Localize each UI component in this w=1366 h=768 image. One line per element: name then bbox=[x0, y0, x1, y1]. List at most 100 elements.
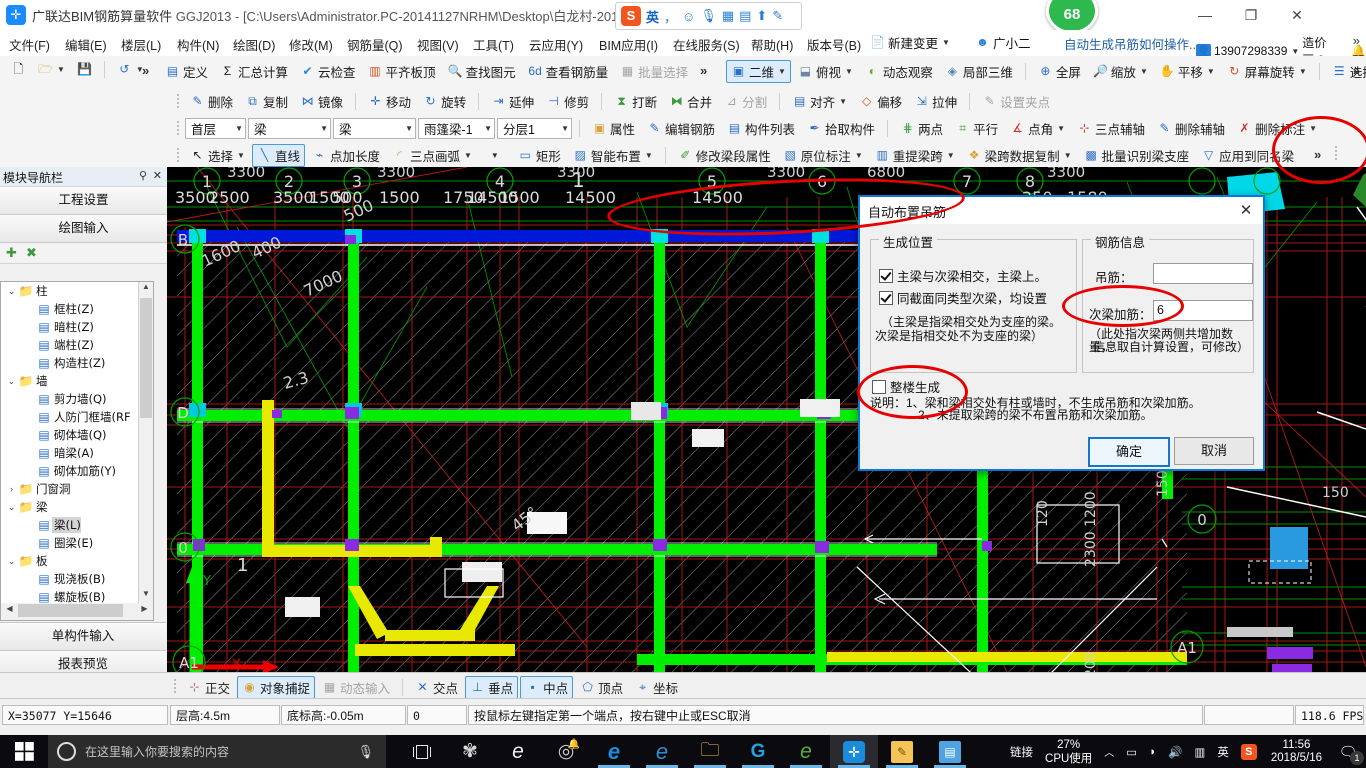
ime-update-icon[interactable]: ⬆ bbox=[756, 8, 767, 24]
chevron-down-icon[interactable]: ▼ bbox=[946, 151, 955, 160]
spiral-app-icon[interactable]: ◎ 🔔 bbox=[542, 735, 590, 768]
floor-combo[interactable]: 首层 ▼ bbox=[185, 118, 246, 139]
new-change-button[interactable]: 📄 新建变更 ▼ bbox=[870, 33, 950, 52]
view-rebar-qty-button[interactable]: 6d 查看钢筋量 bbox=[523, 60, 614, 83]
tree-item-16[interactable]: ▤ 现浇板(B) bbox=[1, 570, 139, 588]
clock[interactable]: 11:56 2018/5/16 bbox=[1263, 739, 1330, 765]
toolbar1-overflow-icon[interactable]: » bbox=[700, 63, 707, 78]
define-button[interactable]: ▤ 定义 bbox=[160, 60, 213, 83]
toolbar4-overflow-icon[interactable]: » bbox=[1314, 147, 1321, 162]
windows-start-icon[interactable] bbox=[0, 735, 48, 768]
tree-item-13[interactable]: ▤ 梁(L) bbox=[1, 516, 139, 534]
menu-modify[interactable]: 修改(M) bbox=[286, 34, 336, 55]
ime-floating-bar[interactable]: S 英 ， ☺ 🎙 ▦ ▤ ⬆ ✎ bbox=[615, 2, 802, 30]
delete-button[interactable]: ✎ 删除 bbox=[185, 90, 238, 113]
toolbar4-grip[interactable] bbox=[1334, 145, 1338, 162]
tree-item-5[interactable]: ⌄ 📁 墙 bbox=[1, 372, 139, 390]
h-scroll-thumb[interactable] bbox=[18, 604, 123, 617]
trim-button[interactable]: ⊣ 修剪 bbox=[541, 90, 594, 113]
tree-horizontal-scrollbar[interactable]: ◀ ▶ bbox=[0, 603, 154, 621]
v-scroll-thumb[interactable] bbox=[140, 298, 152, 418]
ime-mode-label[interactable]: 英 bbox=[646, 7, 659, 26]
sogou-icon[interactable]: S bbox=[1235, 743, 1263, 760]
close-icon[interactable]: ✕ bbox=[153, 169, 162, 182]
scroll-right-icon[interactable]: ▶ bbox=[137, 604, 152, 617]
sogou-icon[interactable]: S bbox=[621, 6, 641, 26]
tree-item-0[interactable]: ⌄ 📁 柱 bbox=[1, 282, 139, 300]
file-explorer-icon[interactable]: 🗀 bbox=[686, 735, 734, 768]
keyboard-icon[interactable]: ▥ bbox=[1188, 745, 1211, 759]
chevron-down-icon[interactable]: ▼ bbox=[315, 124, 328, 133]
checkbox-box[interactable] bbox=[872, 379, 886, 394]
edit-beam-segment-button[interactable]: ✐ 修改梁段属性 bbox=[673, 144, 776, 167]
glodon-ggj-icon[interactable]: ✛ bbox=[830, 735, 878, 768]
summary-calc-button[interactable]: Σ 汇总计算 bbox=[215, 60, 293, 83]
checkbox-same-section[interactable]: 同截面同类型次梁，均设置 bbox=[879, 288, 1047, 307]
re-extract-span-button[interactable]: ▥ 重提梁跨 ▼ bbox=[870, 144, 960, 167]
tree-item-12[interactable]: ⌄ 📁 梁 bbox=[1, 498, 139, 516]
checkbox-whole-floor[interactable]: 整楼生成 bbox=[872, 377, 940, 396]
chevron-down-icon[interactable]: ▼ bbox=[1298, 67, 1307, 76]
tree-item-10[interactable]: ▤ 砌体加筋(Y) bbox=[1, 462, 139, 480]
2d-view-button[interactable]: ▣ 二维 ▼ bbox=[726, 60, 791, 83]
new-file-button[interactable]: 🗋 bbox=[6, 60, 31, 79]
ime-mic-icon[interactable]: 🎙 bbox=[700, 8, 717, 24]
zoom-button[interactable]: 🔎 缩放 ▼ bbox=[1088, 60, 1153, 83]
edge-legacy-icon[interactable]: e bbox=[494, 735, 542, 768]
toolbar-grip[interactable] bbox=[176, 120, 180, 137]
three-point-axis-button[interactable]: ⊹ 三点辅轴 bbox=[1072, 117, 1150, 140]
snap-dynamic-input-button[interactable]: ▦ 动态输入 bbox=[317, 676, 395, 699]
dynamic-orbit-button[interactable]: ◐ 动态观察 bbox=[860, 60, 938, 83]
drawing-input-button[interactable]: 绘图输入 bbox=[0, 215, 167, 243]
chevron-down-icon[interactable]: ⌄ bbox=[5, 502, 18, 513]
internet-explorer-icon[interactable]: e bbox=[638, 735, 686, 768]
menu-member[interactable]: 构件(N) bbox=[174, 34, 222, 55]
remove-icon[interactable]: ✖ bbox=[26, 245, 37, 261]
layer-combo[interactable]: 分层1 ▼ bbox=[497, 118, 572, 139]
browser-g-icon[interactable]: G bbox=[734, 735, 782, 768]
checkbox-box[interactable] bbox=[879, 290, 893, 305]
batch-select-button[interactable]: ▦ 批量选择 bbox=[615, 60, 693, 83]
chevron-down-icon[interactable]: ▼ bbox=[463, 151, 472, 160]
menu-cloud[interactable]: 云应用(Y) bbox=[526, 34, 586, 55]
auto-hanging-rebar-dialog[interactable]: 自动布置吊筋 ✕ 生成位置 主梁与次梁相交，主梁上。 同截面同类型次梁，均设置 … bbox=[858, 195, 1265, 471]
chevron-down-icon[interactable]: ▼ bbox=[400, 124, 413, 133]
align-button[interactable]: ▤ 对齐 ▼ bbox=[787, 90, 852, 113]
dictionary-app-icon[interactable]: ▤ bbox=[926, 735, 974, 768]
edge-icon[interactable]: e bbox=[590, 735, 638, 768]
ime-tool-icon[interactable]: ✎ bbox=[772, 8, 783, 24]
delete-axis-button[interactable]: ✎ 删除辅轴 bbox=[1152, 117, 1230, 140]
search-input[interactable]: 在这里输入你要搜索的内容 🎙 bbox=[48, 735, 386, 768]
sub-beam-rebar-input[interactable]: 6 bbox=[1153, 300, 1253, 321]
point-angle-axis-button[interactable]: ∡ 点角 ▼ bbox=[1005, 117, 1070, 140]
rect-tool-button[interactable]: ▭ 矩形 bbox=[513, 144, 566, 167]
tree-item-8[interactable]: ▤ 砌体墙(Q) bbox=[1, 426, 139, 444]
in-situ-dim-button[interactable]: ▧ 原位标注 ▼ bbox=[778, 144, 868, 167]
tray-link-label[interactable]: 链接 bbox=[1004, 744, 1039, 760]
pin-icon[interactable]: ⚲ bbox=[139, 169, 147, 182]
parallel-axis-button[interactable]: ⌗ 平行 bbox=[950, 117, 1003, 140]
tree-item-15[interactable]: ⌄ 📁 板 bbox=[1, 552, 139, 570]
chevron-down-icon[interactable]: ▼ bbox=[56, 65, 65, 74]
chevron-down-icon[interactable]: ▼ bbox=[479, 124, 492, 133]
dialog-close-icon[interactable]: ✕ bbox=[1229, 197, 1263, 224]
align-slab-top-button[interactable]: ▥ 平齐板顶 bbox=[363, 60, 441, 83]
tip-link[interactable]: 自动生成吊筋如何操作.. bbox=[1064, 34, 1196, 53]
ime-keyboard-icon[interactable]: ▦ bbox=[722, 8, 734, 24]
chevron-down-icon[interactable]: ⌄ bbox=[5, 556, 18, 567]
snap-object-button[interactable]: ◉ 对象捕捉 bbox=[237, 676, 316, 699]
green-browser-icon[interactable]: e bbox=[782, 735, 830, 768]
member-list-button[interactable]: ▤ 构件列表 bbox=[722, 117, 800, 140]
top-view-button[interactable]: ⬓ 俯视 ▼ bbox=[793, 60, 858, 83]
local-3d-button[interactable]: ◈ 局部三维 bbox=[940, 60, 1018, 83]
merge-button[interactable]: ⧓ 合并 bbox=[664, 90, 717, 113]
chevron-down-icon[interactable]: ⌄ bbox=[5, 376, 18, 387]
snap-coordinate-button[interactable]: ⌖ 坐标 bbox=[630, 676, 683, 699]
three-point-arc-button[interactable]: ◜ 三点画弧 ▼ bbox=[387, 144, 477, 167]
pan-button[interactable]: ✋ 平移 ▼ bbox=[1155, 60, 1220, 83]
tree-vertical-scrollbar[interactable]: ▲ ▼ bbox=[138, 282, 153, 604]
menu-file[interactable]: 文件(F) bbox=[6, 34, 53, 55]
cloud-check-button[interactable]: ✔ 云检查 bbox=[295, 60, 361, 83]
extend-button[interactable]: ⇥ 延伸 bbox=[486, 90, 539, 113]
project-settings-button[interactable]: 工程设置 bbox=[0, 187, 167, 215]
